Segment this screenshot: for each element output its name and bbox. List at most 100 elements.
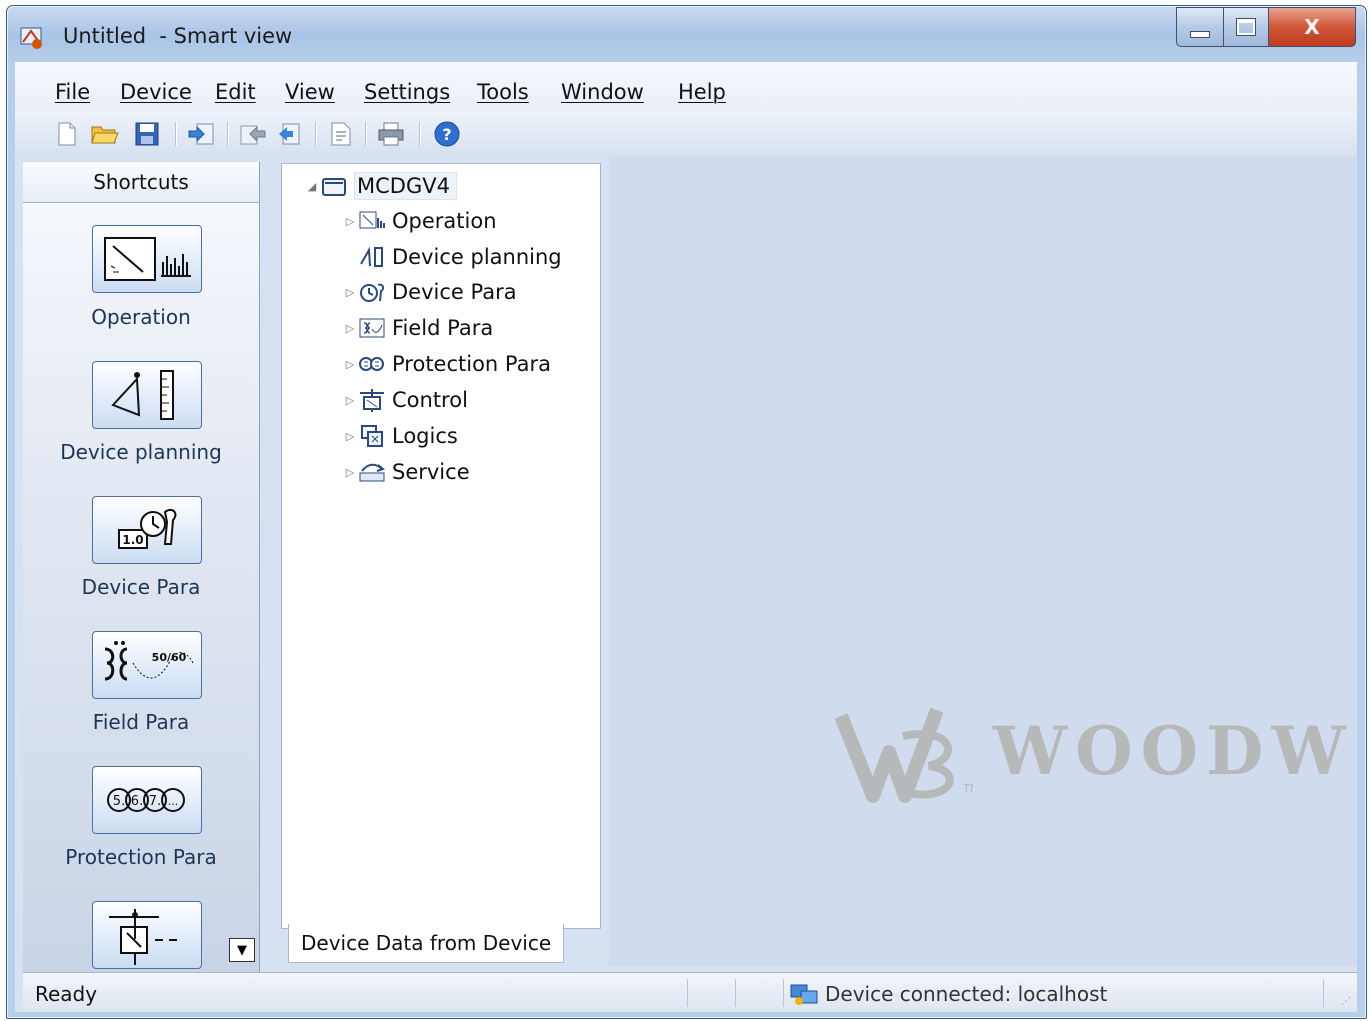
export-icon[interactable]	[327, 120, 355, 148]
tree-node-device-planning[interactable]: Device planning	[342, 244, 562, 270]
tree-node-device-para[interactable]: ▷ Device Para	[342, 279, 517, 305]
collapse-triangle-icon[interactable]: ◢	[304, 180, 320, 193]
shortcuts-panel: Shortcuts Operation Device planning 1.0 …	[23, 162, 260, 972]
shortcut-device-para-label[interactable]: Device Para	[23, 575, 259, 599]
chevron-down-icon: ▼	[237, 942, 247, 958]
tree-node-protection-para[interactable]: ▷ Protection Para	[342, 351, 551, 377]
protection-glyph-5: 5.	[113, 794, 125, 809]
help-icon[interactable]: ?	[433, 120, 461, 148]
open-folder-icon[interactable]	[91, 120, 119, 148]
shortcut-protection-para-button[interactable]: 5. 6. 7. ...	[92, 766, 202, 834]
tree-label: Operation	[392, 209, 497, 233]
network-connection-icon	[790, 984, 818, 1005]
field-para-icon	[358, 315, 386, 341]
shortcut-operation-button[interactable]	[92, 225, 202, 293]
save-icon[interactable]	[133, 120, 161, 148]
expand-triangle-icon[interactable]: ▷	[342, 430, 358, 443]
folder-icon	[320, 173, 348, 199]
print-preview-icon[interactable]	[277, 120, 305, 148]
new-file-icon[interactable]	[53, 120, 81, 148]
maximize-icon	[1237, 19, 1255, 35]
tree-node-service[interactable]: ▷ Service	[342, 459, 470, 485]
app-window: Untitled - Smart view X File Device Edit…	[6, 5, 1367, 1019]
menu-bar: File Device Edit View Settings Tools Win…	[15, 62, 1357, 112]
operation-icon	[104, 237, 191, 281]
tree-label: Logics	[392, 424, 458, 448]
menu-file[interactable]: File	[55, 80, 90, 104]
status-bar: Ready Device connected: localhost ⋰	[23, 972, 1357, 1011]
close-button[interactable]: X	[1269, 7, 1356, 47]
operation-icon	[358, 208, 386, 234]
tree-root-label: MCDGV4	[354, 172, 457, 200]
expand-triangle-icon[interactable]: ▷	[342, 394, 358, 407]
shortcut-device-planning-button[interactable]	[92, 361, 202, 429]
watermark-tm: TM	[962, 782, 973, 795]
window-title: Untitled - Smart view	[63, 24, 293, 48]
shortcuts-more-button[interactable]: ▼	[229, 938, 255, 962]
status-connection: Device connected: localhost	[825, 982, 1108, 1006]
toolbar: ?	[15, 112, 1357, 158]
maximize-button[interactable]	[1224, 7, 1269, 47]
tree-label: Protection Para	[392, 352, 552, 376]
device-para-glyph: 1.0	[122, 533, 143, 547]
expand-triangle-icon[interactable]: ▷	[342, 466, 358, 479]
service-icon	[358, 459, 386, 485]
expand-triangle-icon[interactable]: ▷	[342, 286, 358, 299]
smart-view-app-icon	[20, 27, 42, 49]
protection-glyph-6: 6.	[131, 794, 143, 809]
transfer-to-device-icon[interactable]	[187, 120, 215, 148]
menu-view[interactable]: View	[285, 80, 335, 104]
device-tree-panel: ◢ MCDGV4 ▷ Operation Device planning ▷ D…	[281, 163, 601, 929]
expand-triangle-icon[interactable]: ▷	[342, 322, 358, 335]
menu-window[interactable]: Window	[561, 80, 644, 104]
expand-triangle-icon[interactable]: ▷	[342, 215, 358, 228]
minimize-icon	[1190, 30, 1210, 38]
receive-from-device-icon[interactable]	[239, 120, 267, 148]
mdi-workspace[interactable]: TM WOODW	[609, 158, 1357, 966]
tree-node-field-para[interactable]: ▷ Field Para	[342, 315, 493, 341]
tree-node-logics[interactable]: ▷ Logics	[342, 423, 458, 449]
field-para-icon: 50/60	[104, 641, 194, 681]
shortcut-field-para-button[interactable]: 50/60	[92, 631, 202, 699]
minimize-button[interactable]	[1176, 7, 1224, 47]
protection-para-icon	[358, 351, 386, 377]
tree-label: Service	[392, 460, 470, 484]
tree-root-node[interactable]: ◢ MCDGV4	[304, 172, 457, 200]
expand-triangle-icon[interactable]: ▷	[342, 358, 358, 371]
tree-node-operation[interactable]: ▷ Operation	[342, 208, 497, 234]
shortcut-protection-para-label[interactable]: Protection Para	[23, 845, 259, 869]
device-para-icon: 1.0	[118, 508, 177, 549]
device-para-icon	[358, 279, 386, 305]
print-icon[interactable]	[377, 120, 405, 148]
shortcuts-header: Shortcuts	[23, 162, 259, 203]
shortcut-field-para-label[interactable]: Field Para	[23, 710, 259, 734]
shortcut-device-para-button[interactable]: 1.0	[92, 496, 202, 564]
tree-node-control[interactable]: ▷ Control	[342, 387, 468, 413]
menu-help[interactable]: Help	[678, 80, 726, 104]
device-planning-icon	[358, 244, 386, 270]
menu-device[interactable]: Device	[120, 80, 192, 104]
client-area: File Device Edit View Settings Tools Win…	[15, 62, 1357, 1012]
menu-tools[interactable]: Tools	[477, 80, 529, 104]
device-planning-icon	[111, 370, 174, 420]
protection-glyph-7: 7.	[149, 794, 161, 809]
shortcut-operation-label[interactable]: Operation	[23, 305, 259, 329]
shortcut-control-button[interactable]	[92, 901, 202, 969]
close-icon: X	[1304, 15, 1320, 39]
shortcut-device-planning-label[interactable]: Device planning	[23, 440, 259, 464]
logics-icon	[358, 423, 386, 449]
resize-grip-icon[interactable]: ⋰	[1341, 996, 1351, 1007]
title-bar[interactable]: Untitled - Smart view X	[7, 6, 1366, 62]
tree-label: Device Para	[392, 280, 517, 304]
control-icon	[358, 387, 386, 413]
menu-settings[interactable]: Settings	[364, 80, 450, 104]
protection-para-icon: 5. 6. 7. ...	[107, 788, 185, 812]
svg-text:?: ?	[442, 125, 451, 144]
field-para-glyph: 50/60	[152, 651, 187, 664]
woodward-logo-icon: TM	[834, 707, 973, 803]
menu-edit[interactable]: Edit	[215, 80, 256, 104]
watermark-text: WOODW	[993, 712, 1354, 790]
tree-label: Field Para	[392, 316, 494, 340]
tree-label: Device planning	[392, 245, 562, 269]
tab-device-data[interactable]: Device Data from Device	[288, 924, 564, 963]
